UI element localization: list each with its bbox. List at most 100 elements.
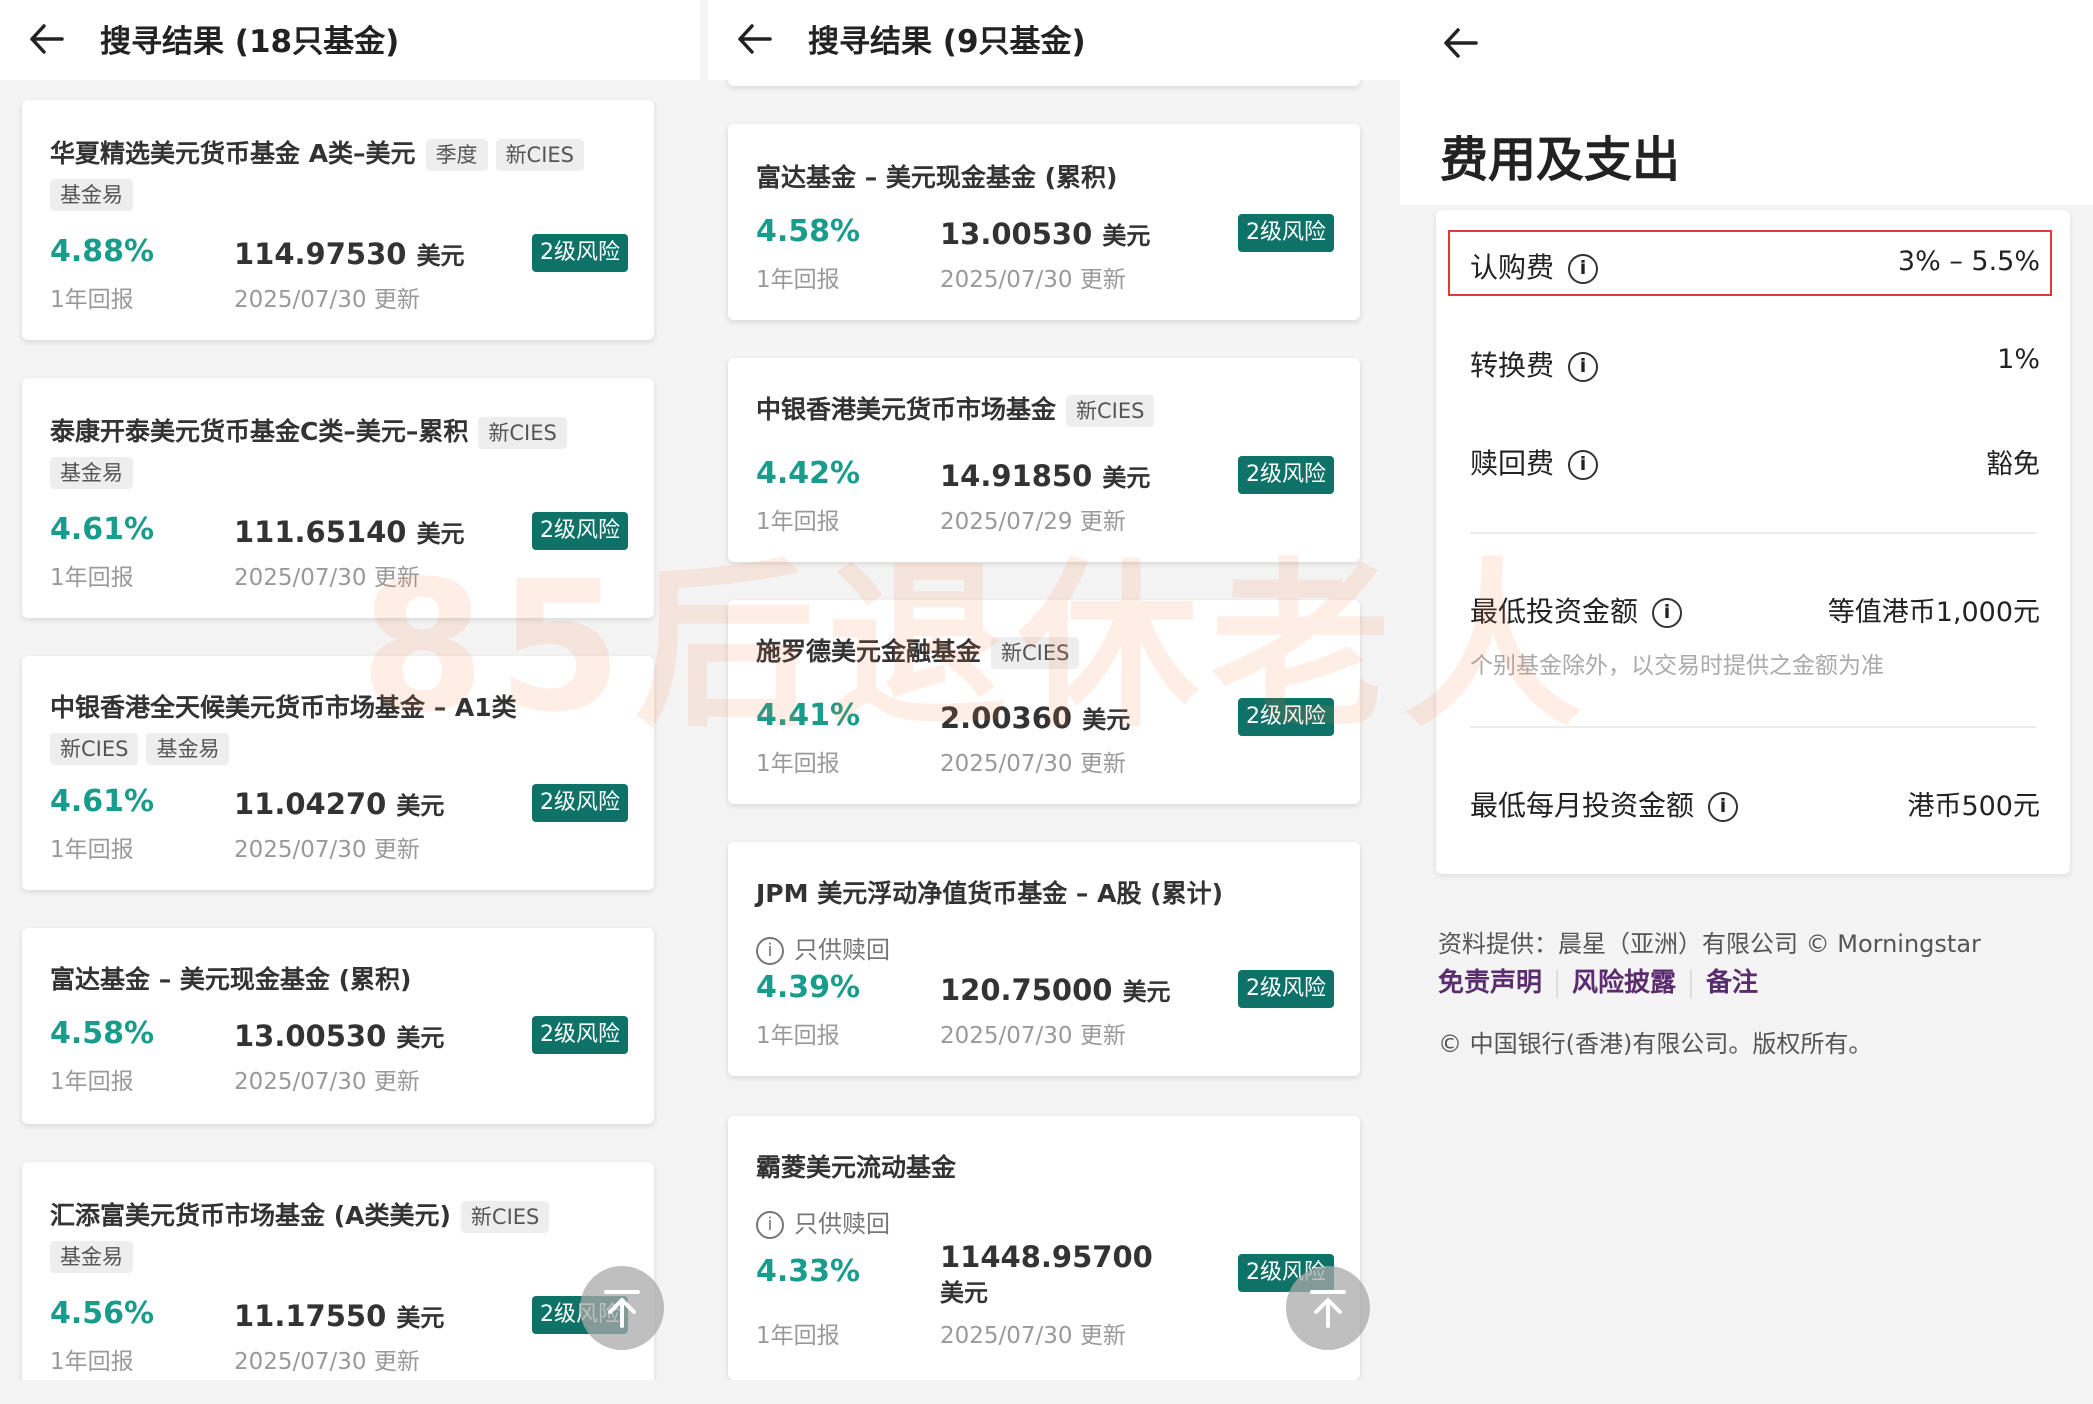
nav-unit: 美元 xyxy=(416,242,465,270)
remarks-link[interactable]: 备注 xyxy=(1706,968,1758,998)
fund-name: JPM 美元浮动净值货币基金 – A股 (累计) xyxy=(756,879,1224,908)
fund-card[interactable]: 中银香港全天候美元货币市场基金 – A1类 新CIES 基金易 4.61% 1年回… xyxy=(22,656,654,890)
disclaimer-link[interactable]: 免责声明 xyxy=(1438,968,1542,998)
divider xyxy=(1556,969,1559,998)
fund-search-panel-18: 搜寻结果 (18只基金) 华夏精选美元货币基金 A类–美元 季度 新CIES 基金易… xyxy=(0,0,700,1380)
data-source: 资料提供：晨星（亚洲）有限公司 © Morningstar xyxy=(1438,930,1981,958)
fund-card[interactable]: 霸菱美元流动基金 i 只供赎回 4.33% 1年回报 11448.95700 美元 … xyxy=(728,1116,1360,1380)
fund-name: 汇添富美元货币市场基金 (A类美元) xyxy=(50,1201,451,1230)
redeem-only-note: i 只供赎回 xyxy=(756,930,890,965)
nav-value: 13.00530 xyxy=(940,217,1093,251)
update-date: 2025/07/30 更新 xyxy=(234,565,420,591)
info-icon[interactable]: i xyxy=(1708,792,1739,822)
header: 搜寻结果 (18只基金) xyxy=(0,0,700,80)
fund-card[interactable]: JPM 美元浮动净值货币基金 – A股 (累计) i 只供赎回 4.39% 1年回… xyxy=(728,842,1360,1076)
nav-unit: 美元 xyxy=(1122,978,1171,1006)
tag: 新CIES xyxy=(1066,395,1155,427)
return-label: 1年回报 xyxy=(756,1323,840,1349)
nav-unit: 美元 xyxy=(1102,222,1151,250)
fund-card[interactable]: 华夏精选美元货币基金 A类–美元 季度 新CIES 基金易 4.88% 1年回报 1… xyxy=(22,100,654,340)
update-date: 2025/07/30 更新 xyxy=(234,287,420,313)
back-arrow-icon[interactable] xyxy=(1436,18,1486,68)
back-arrow-icon[interactable] xyxy=(730,14,780,64)
tag: 基金易 xyxy=(50,179,133,211)
return-value: 4.42% xyxy=(756,456,861,491)
return-label: 1年回报 xyxy=(756,267,840,293)
fee-value: 豁免 xyxy=(1986,449,2040,480)
fee-label: 认购费 xyxy=(1470,251,1555,284)
nav-unit: 美元 xyxy=(396,1024,445,1052)
tag: 新CIES xyxy=(991,637,1080,669)
min-investment-note: 个别基金除外，以交易时提供之金额为准 xyxy=(1470,653,1884,679)
return-label: 1年回报 xyxy=(756,509,840,535)
update-date: 2025/07/30 更新 xyxy=(940,1323,1126,1349)
scroll-to-top-button[interactable] xyxy=(1286,1266,1370,1350)
nav-unit: 美元 xyxy=(1102,464,1151,492)
fund-search-panel-9: 搜寻结果 (9只基金) 富达基金 – 美元现金基金 (累积) 4.58% 1年回… xyxy=(708,0,1400,1380)
arrow-up-icon xyxy=(604,1290,640,1328)
nav-unit: 美元 xyxy=(396,792,445,820)
fund-card[interactable]: 汇添富美元货币市场基金 (A类美元) 新CIES 基金易 4.56% 1年回报 1… xyxy=(22,1162,654,1380)
back-arrow-icon[interactable] xyxy=(22,14,72,64)
tag: 基金易 xyxy=(50,457,133,489)
return-label: 1年回报 xyxy=(50,1349,134,1375)
fee-value: 等值港币1,000元 xyxy=(1827,597,2040,628)
return-value: 4.56% xyxy=(50,1296,155,1331)
header: 搜寻结果 (9只基金) xyxy=(708,0,1400,80)
risk-badge: 2级风险 xyxy=(532,512,628,550)
update-date: 2025/07/30 更新 xyxy=(234,837,420,863)
update-date: 2025/07/30 更新 xyxy=(940,267,1126,293)
risk-badge: 2级风险 xyxy=(1238,456,1334,494)
fund-card[interactable]: 泰康开泰美元货币基金C类–美元–累积 新CIES 基金易 4.61% 1年回报 1… xyxy=(22,378,654,618)
risk-badge: 2级风险 xyxy=(1238,214,1334,252)
tag: 基金易 xyxy=(146,733,230,765)
update-date: 2025/07/30 更新 xyxy=(234,1069,420,1095)
arrow-up-icon xyxy=(1310,1290,1346,1328)
tag: 基金易 xyxy=(50,1241,133,1273)
info-icon[interactable]: i xyxy=(1568,352,1599,382)
redeem-only-note: i 只供赎回 xyxy=(756,1204,890,1239)
fund-name: 富达基金 – 美元现金基金 (累积) xyxy=(50,965,412,994)
return-value: 4.58% xyxy=(50,1016,155,1051)
scroll-to-top-button[interactable] xyxy=(580,1266,664,1350)
return-label: 1年回报 xyxy=(50,837,134,863)
fee-card: 认购费 i 3% – 5.5% 转换费 i 1% 赎回费 i 豁免 最低投资金额 i 等… xyxy=(1436,210,2070,874)
divider xyxy=(1470,726,2036,728)
info-icon[interactable]: i xyxy=(1652,598,1683,628)
return-label: 1年回报 xyxy=(50,287,134,313)
return-value: 4.88% xyxy=(50,234,155,269)
update-date: 2025/07/29 更新 xyxy=(940,509,1126,535)
risk-badge: 2级风险 xyxy=(1238,698,1334,736)
risk-disclosure-link[interactable]: 风险披露 xyxy=(1572,968,1676,998)
tag: 季度 xyxy=(425,139,488,171)
nav-unit: 美元 xyxy=(396,1304,445,1332)
nav-value: 2.00360 xyxy=(940,701,1073,735)
info-icon: i xyxy=(756,937,784,965)
info-icon[interactable]: i xyxy=(1568,450,1599,480)
info-icon: i xyxy=(756,1211,784,1239)
nav-unit: 美元 xyxy=(1082,706,1131,734)
fund-card[interactable]: 施罗德美元金融基金 新CIES 4.41% 1年回报 2.00360 美元 202… xyxy=(728,600,1360,804)
nav-value: 14.91850 xyxy=(940,459,1093,493)
update-date: 2025/07/30 更新 xyxy=(234,1349,420,1375)
info-icon[interactable]: i xyxy=(1568,254,1599,284)
nav-value: 120.75000 xyxy=(940,973,1113,1007)
nav-value: 11.04270 xyxy=(234,787,387,821)
fund-card[interactable]: 中银香港美元货币市场基金 新CIES 4.42% 1年回报 14.91850 美元… xyxy=(728,358,1360,562)
risk-badge: 2级风险 xyxy=(532,784,628,822)
fee-value: 港币500元 xyxy=(1907,791,2040,822)
return-label: 1年回报 xyxy=(756,1023,840,1049)
fund-card[interactable]: 富达基金 – 美元现金基金 (累积) 4.58% 1年回报 13.00530 美… xyxy=(728,124,1360,320)
nav-value: 11448.95700 xyxy=(940,1240,1153,1274)
update-date: 2025/07/30 更新 xyxy=(940,1023,1126,1049)
return-value: 4.61% xyxy=(50,512,155,547)
risk-badge: 2级风险 xyxy=(1238,970,1334,1008)
fund-card[interactable]: 富达基金 – 美元现金基金 (累积) 4.58% 1年回报 13.00530 美… xyxy=(22,928,654,1124)
return-label: 1年回报 xyxy=(756,751,840,777)
nav-value: 114.97530 xyxy=(234,237,407,271)
fund-name: 中银香港全天候美元货币市场基金 – A1类 xyxy=(50,693,517,722)
tag: 新CIES xyxy=(495,139,585,171)
fund-name: 施罗德美元金融基金 xyxy=(756,637,982,666)
tag: 新CIES xyxy=(478,417,567,449)
fund-name: 中银香港美元货币市场基金 xyxy=(756,395,1057,424)
